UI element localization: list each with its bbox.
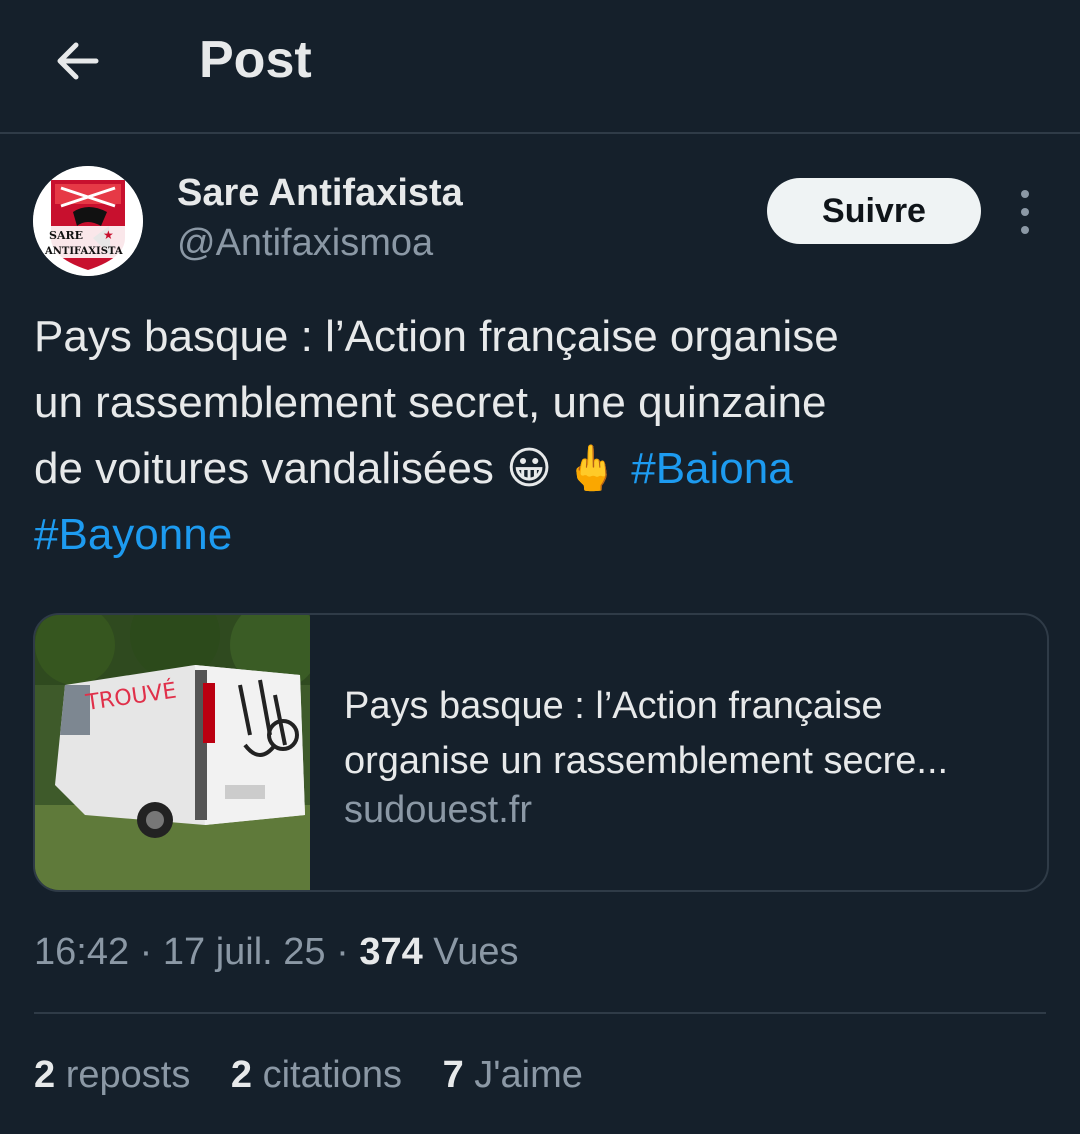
separator: ·: [139, 931, 153, 973]
grinning-face-emoji: 😀: [506, 443, 552, 494]
tweet-line-3: de voitures vandalisées 😀 🖕 #Baiona: [34, 436, 1044, 502]
link-domain: sudouest.fr: [344, 789, 532, 831]
post-meta: 16:42 · 17 juil. 25 · 374 Vues: [34, 931, 519, 974]
header-divider: [0, 132, 1080, 134]
link-preview-card[interactable]: TROUVÉ Pays basque : l’Action française …: [33, 613, 1049, 892]
views-label: Vues: [433, 931, 519, 973]
likes-label: J'aime: [474, 1054, 583, 1096]
arrow-left-icon: [57, 42, 99, 80]
reposts-stat[interactable]: 2 reposts: [34, 1054, 201, 1096]
svg-text:★: ★: [103, 228, 114, 242]
separator: ·: [336, 931, 349, 973]
tweet-line-1: Pays basque : l’Action française organis…: [34, 312, 839, 361]
engagement-stats: 2 reposts 2 citations 7 J'aime: [34, 1054, 613, 1097]
hashtag-bayonne[interactable]: #Bayonne: [34, 510, 232, 559]
header: Post: [0, 0, 1080, 133]
quotes-label: citations: [262, 1054, 402, 1096]
middle-finger-emoji: 🖕: [564, 443, 619, 494]
tweet-text: Pays basque : l’Action française organis…: [34, 304, 1044, 568]
reposts-label: reposts: [65, 1054, 191, 1096]
author-handle[interactable]: @Antifaxismoa: [177, 222, 433, 265]
views-count: 374: [359, 931, 423, 973]
link-title: Pays basque : l’Action française organis…: [344, 679, 1024, 789]
quotes-stat[interactable]: 2 citations: [231, 1054, 413, 1096]
post-time[interactable]: 16:42: [34, 931, 129, 973]
more-options-icon[interactable]: [1008, 190, 1042, 234]
likes-count: 7: [442, 1054, 464, 1096]
author-name[interactable]: Sare Antifaxista: [177, 172, 463, 215]
tweet-line-2: un rassemblement secret, une quinzaine: [34, 378, 827, 427]
follow-button[interactable]: Suivre: [767, 178, 981, 244]
avatar[interactable]: SARE ANTIFAXISTA ★: [33, 166, 143, 276]
back-button[interactable]: [50, 33, 106, 89]
page-title: Post: [199, 31, 312, 89]
quotes-count: 2: [230, 1054, 253, 1096]
likes-stat[interactable]: 7 J'aime: [443, 1054, 583, 1096]
dot: [1021, 190, 1029, 198]
link-thumbnail: TROUVÉ: [35, 615, 310, 890]
antifa-logo-icon: SARE ANTIFAXISTA ★: [33, 166, 143, 276]
avatar-text-top: SARE: [49, 229, 83, 242]
link-title-line-1: Pays basque : l’Action française: [344, 685, 883, 727]
hashtag-baiona[interactable]: #Baiona: [631, 444, 792, 493]
link-title-line-2: organise un rassemblement secre...: [344, 740, 949, 782]
reposts-count: 2: [34, 1054, 56, 1096]
post-date[interactable]: 17 juil. 25: [163, 931, 326, 973]
tweet-line-4: #Bayonne: [34, 502, 1044, 568]
avatar-text-bottom: ANTIFAXISTA: [44, 246, 123, 257]
tweet-line-3-text: de voitures vandalisées: [34, 444, 494, 493]
meta-divider: [34, 1012, 1046, 1014]
dot: [1021, 226, 1029, 234]
dot: [1021, 208, 1029, 216]
